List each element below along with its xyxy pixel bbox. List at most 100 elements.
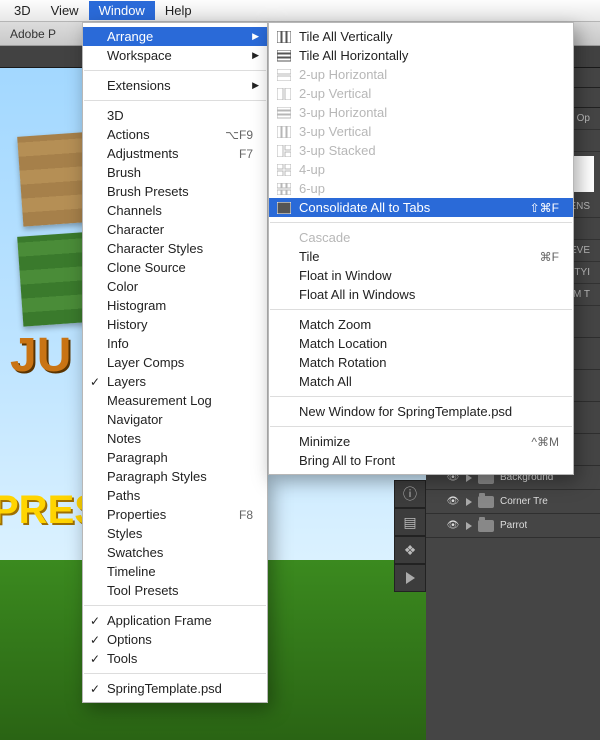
menu-item-measurement-log[interactable]: Measurement Log bbox=[83, 391, 267, 410]
shortcut-label: ⌘F bbox=[540, 250, 559, 264]
menu-item-tile-all-horizontally[interactable]: Tile All Horizontally bbox=[269, 46, 573, 65]
layer-group-row[interactable]: 👁 Corner Tre bbox=[426, 490, 600, 514]
menu-item-3d[interactable]: 3D bbox=[83, 106, 267, 125]
menu-item-tools[interactable]: Tools bbox=[83, 649, 267, 668]
menu-item-2-up-horizontal: 2-up Horizontal bbox=[269, 65, 573, 84]
menu-item-3-up-horizontal: 3-up Horizontal bbox=[269, 103, 573, 122]
canvas-text-ju: JU bbox=[10, 328, 71, 383]
panel-dock-icons: ⓘ ▤ ❖ bbox=[394, 480, 426, 592]
menu-item-consolidate-all-to-tabs[interactable]: Consolidate All to Tabs⇧⌘F bbox=[269, 198, 573, 217]
menu-item-character[interactable]: Character bbox=[83, 220, 267, 239]
menu-item-tile[interactable]: Tile⌘F bbox=[269, 247, 573, 266]
menu-item-notes[interactable]: Notes bbox=[83, 429, 267, 448]
menu-item-bring-all-to-front[interactable]: Bring All to Front bbox=[269, 451, 573, 470]
menu-item-6-up: 6-up bbox=[269, 179, 573, 198]
menu-item-clone-source[interactable]: Clone Source bbox=[83, 258, 267, 277]
menu-item-application-frame[interactable]: Application Frame bbox=[83, 611, 267, 630]
disclosure-triangle-icon[interactable] bbox=[466, 498, 472, 506]
shortcut-label: F8 bbox=[239, 508, 253, 522]
window-menu-dropdown: ArrangeWorkspace Extensions 3DActions⌥F9Ad… bbox=[82, 22, 268, 703]
menu-item-layers[interactable]: Layers bbox=[83, 372, 267, 391]
3h-icon bbox=[277, 107, 291, 119]
menu-item-character-styles[interactable]: Character Styles bbox=[83, 239, 267, 258]
menu-item-swatches[interactable]: Swatches bbox=[83, 543, 267, 562]
menu-item-match-rotation[interactable]: Match Rotation bbox=[269, 353, 573, 372]
arrange-submenu: Tile All VerticallyTile All Horizontally… bbox=[268, 22, 574, 475]
menu-item-cascade: Cascade bbox=[269, 228, 573, 247]
menu-item-4-up: 4-up bbox=[269, 160, 573, 179]
menu-item-brush[interactable]: Brush bbox=[83, 163, 267, 182]
menu-item-color[interactable]: Color bbox=[83, 277, 267, 296]
menu-item-match-zoom[interactable]: Match Zoom bbox=[269, 315, 573, 334]
menu-item-info[interactable]: Info bbox=[83, 334, 267, 353]
shortcut-label: ^⌘M bbox=[531, 435, 559, 449]
menu-separator bbox=[270, 426, 572, 427]
menu-item-springtemplate-psd[interactable]: SpringTemplate.psd bbox=[83, 679, 267, 698]
play-icon[interactable] bbox=[394, 564, 426, 592]
menu-item-2-up-vertical: 2-up Vertical bbox=[269, 84, 573, 103]
menu-item-float-in-window[interactable]: Float in Window bbox=[269, 266, 573, 285]
menu-item-arrange[interactable]: Arrange bbox=[83, 27, 267, 46]
visibility-eye-icon[interactable]: 👁 bbox=[446, 495, 460, 509]
menu-separator bbox=[270, 396, 572, 397]
menu-item-match-location[interactable]: Match Location bbox=[269, 334, 573, 353]
menu-separator bbox=[84, 673, 266, 674]
menu-3d[interactable]: 3D bbox=[4, 1, 41, 20]
shortcut-label: ⇧⌘F bbox=[530, 201, 559, 215]
disclosure-triangle-icon[interactable] bbox=[466, 522, 472, 530]
menu-item-paragraph[interactable]: Paragraph bbox=[83, 448, 267, 467]
menu-item-float-all-in-windows[interactable]: Float All in Windows bbox=[269, 285, 573, 304]
menu-item-navigator[interactable]: Navigator bbox=[83, 410, 267, 429]
consolidate-icon bbox=[277, 202, 291, 214]
menu-separator bbox=[270, 222, 572, 223]
layer-group-row[interactable]: 👁Parrot bbox=[426, 514, 600, 538]
menu-separator bbox=[84, 100, 266, 101]
menu-item-timeline[interactable]: Timeline bbox=[83, 562, 267, 581]
3v-icon bbox=[277, 126, 291, 138]
menu-item-minimize[interactable]: Minimize^⌘M bbox=[269, 432, 573, 451]
menu-separator bbox=[84, 605, 266, 606]
4u-icon bbox=[277, 164, 291, 176]
menu-view[interactable]: View bbox=[41, 1, 89, 20]
system-menubar: 3D View Window Help bbox=[0, 0, 600, 22]
menu-item-match-all[interactable]: Match All bbox=[269, 372, 573, 391]
menu-item-options[interactable]: Options bbox=[83, 630, 267, 649]
menu-item-history[interactable]: History bbox=[83, 315, 267, 334]
menu-separator bbox=[84, 70, 266, 71]
menu-item-adjustments[interactable]: AdjustmentsF7 bbox=[83, 144, 267, 163]
2h-icon bbox=[277, 69, 291, 81]
2v-icon bbox=[277, 88, 291, 100]
styles-icon[interactable]: ❖ bbox=[394, 536, 426, 564]
menu-item-tile-all-vertically[interactable]: Tile All Vertically bbox=[269, 27, 573, 46]
menu-item-styles[interactable]: Styles bbox=[83, 524, 267, 543]
visibility-eye-icon[interactable]: 👁 bbox=[446, 519, 460, 533]
app-title: Adobe P bbox=[10, 27, 56, 41]
menu-item-properties[interactable]: PropertiesF8 bbox=[83, 505, 267, 524]
tile-all-v-icon bbox=[277, 31, 291, 43]
menu-item-extensions[interactable]: Extensions bbox=[83, 76, 267, 95]
layers-icon[interactable]: ▤ bbox=[394, 508, 426, 536]
menu-item-channels[interactable]: Channels bbox=[83, 201, 267, 220]
menu-help[interactable]: Help bbox=[155, 1, 202, 20]
folder-icon bbox=[478, 496, 494, 508]
menu-item-paragraph-styles[interactable]: Paragraph Styles bbox=[83, 467, 267, 486]
menu-item-workspace[interactable]: Workspace bbox=[83, 46, 267, 65]
menu-item-tool-presets[interactable]: Tool Presets bbox=[83, 581, 267, 600]
folder-icon bbox=[478, 520, 494, 532]
group-name: Corner Tre bbox=[500, 496, 548, 507]
6u-icon bbox=[277, 183, 291, 195]
menu-item-paths[interactable]: Paths bbox=[83, 486, 267, 505]
menu-separator bbox=[270, 309, 572, 310]
tile-all-h-icon bbox=[277, 50, 291, 62]
menu-item-actions[interactable]: Actions⌥F9 bbox=[83, 125, 267, 144]
menu-item-3-up-stacked: 3-up Stacked bbox=[269, 141, 573, 160]
info-icon[interactable]: ⓘ bbox=[394, 480, 426, 508]
menu-item-3-up-vertical: 3-up Vertical bbox=[269, 122, 573, 141]
menu-window[interactable]: Window bbox=[89, 1, 155, 20]
shortcut-label: ⌥F9 bbox=[225, 128, 253, 142]
menu-item-histogram[interactable]: Histogram bbox=[83, 296, 267, 315]
menu-item-layer-comps[interactable]: Layer Comps bbox=[83, 353, 267, 372]
menu-item-brush-presets[interactable]: Brush Presets bbox=[83, 182, 267, 201]
shortcut-label: F7 bbox=[239, 147, 253, 161]
menu-item-new-window-for-springtemplate-psd[interactable]: New Window for SpringTemplate.psd bbox=[269, 402, 573, 421]
